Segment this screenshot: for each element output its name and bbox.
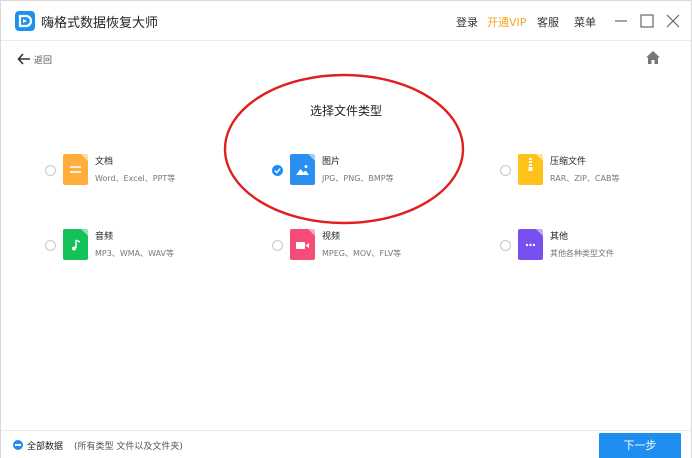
video-icon xyxy=(290,229,315,260)
option-video[interactable]: 视频 MPEG、MOV、FLV等 xyxy=(272,227,472,267)
option-description: MPEG、MOV、FLV等 xyxy=(322,249,402,258)
app-title: 嗨格式数据恢复大师 xyxy=(41,16,159,31)
radio-archives[interactable] xyxy=(500,165,511,176)
option-documents[interactable]: 文档 Word、Excel、PPT等 xyxy=(45,152,245,192)
vip-link[interactable]: 开通VIP xyxy=(487,14,526,30)
support-link[interactable]: 客服 xyxy=(537,14,559,30)
radio-documents[interactable] xyxy=(45,165,56,176)
option-other[interactable]: 其他 其他各种类型文件 xyxy=(500,227,692,267)
document-icon xyxy=(63,154,88,185)
option-label: 其他 xyxy=(550,232,569,242)
option-audio[interactable]: 音频 MP3、WMA、WAV等 xyxy=(45,227,245,267)
radio-images-checked[interactable] xyxy=(272,165,283,176)
all-data-toggle-icon[interactable] xyxy=(13,440,23,450)
page-title: 选择文件类型 xyxy=(309,104,382,118)
option-description: MP3、WMA、WAV等 xyxy=(95,249,175,258)
arrow-left-icon xyxy=(17,53,30,65)
all-data-label[interactable]: 全部数据 xyxy=(27,439,63,452)
close-icon[interactable] xyxy=(663,11,683,31)
bottom-bar: 全部数据 (所有类型 文件以及文件夹) 下一步 xyxy=(1,430,691,458)
option-label: 文档 xyxy=(95,157,114,167)
option-description: Word、Excel、PPT等 xyxy=(95,174,176,183)
all-data-description: (所有类型 文件以及文件夹) xyxy=(74,442,183,452)
zip-icon xyxy=(518,154,543,185)
menu-link[interactable]: 菜单 xyxy=(574,14,596,30)
home-icon[interactable] xyxy=(645,50,661,65)
option-images[interactable]: 图片 JPG、PNG、BMP等 xyxy=(272,152,472,192)
option-archives[interactable]: 压缩文件 RAR、ZIP、CAB等 xyxy=(500,152,692,192)
radio-audio[interactable] xyxy=(45,240,56,251)
back-label: 返回 xyxy=(34,56,53,66)
radio-video[interactable] xyxy=(272,240,283,251)
minimize-icon[interactable] xyxy=(611,11,631,31)
next-button[interactable]: 下一步 xyxy=(599,433,681,458)
more-icon xyxy=(518,229,543,260)
app-window: 嗨格式数据恢复大师 登录 开通VIP 客服 菜单 返回 选择文件类型 文档 Wo… xyxy=(0,0,692,458)
option-description: RAR、ZIP、CAB等 xyxy=(550,174,620,183)
option-description: JPG、PNG、BMP等 xyxy=(322,174,394,183)
option-label: 音频 xyxy=(95,232,114,242)
image-icon xyxy=(290,154,315,185)
option-description: 其他各种类型文件 xyxy=(550,249,614,258)
option-label: 压缩文件 xyxy=(550,157,587,167)
radio-other[interactable] xyxy=(500,240,511,251)
music-icon xyxy=(63,229,88,260)
maximize-icon[interactable] xyxy=(637,11,657,31)
title-bar: 嗨格式数据恢复大师 登录 开通VIP 客服 菜单 xyxy=(1,1,691,41)
app-logo-icon xyxy=(15,11,35,31)
annotation-ellipse xyxy=(223,73,465,225)
login-link[interactable]: 登录 xyxy=(456,14,478,30)
option-label: 视频 xyxy=(322,232,341,242)
option-label: 图片 xyxy=(322,157,341,167)
